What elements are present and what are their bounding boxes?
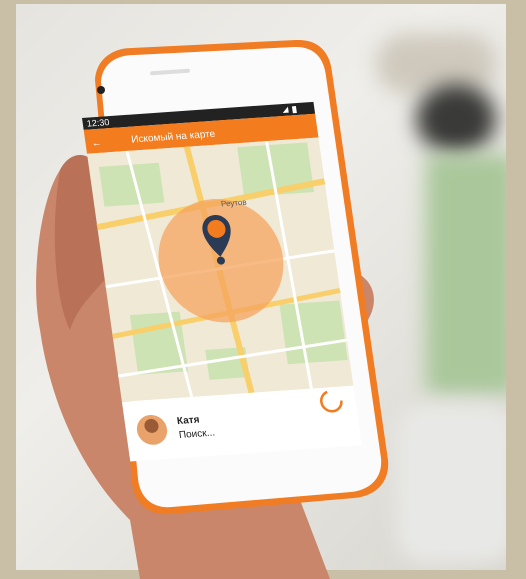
status-time: 12:30 [86,117,110,128]
map-view[interactable]: Реутов [87,137,354,402]
photo-frame: 12:30 ← Искомый на карте Реутов Катя Пои… [0,0,526,579]
map-place-label: Реутов [220,198,247,209]
back-button[interactable]: ← [91,138,102,150]
contact-name: Катя [176,415,200,427]
phone-screen: 12:30 ← Искомый на карте Реутов Катя Пои… [82,101,362,462]
